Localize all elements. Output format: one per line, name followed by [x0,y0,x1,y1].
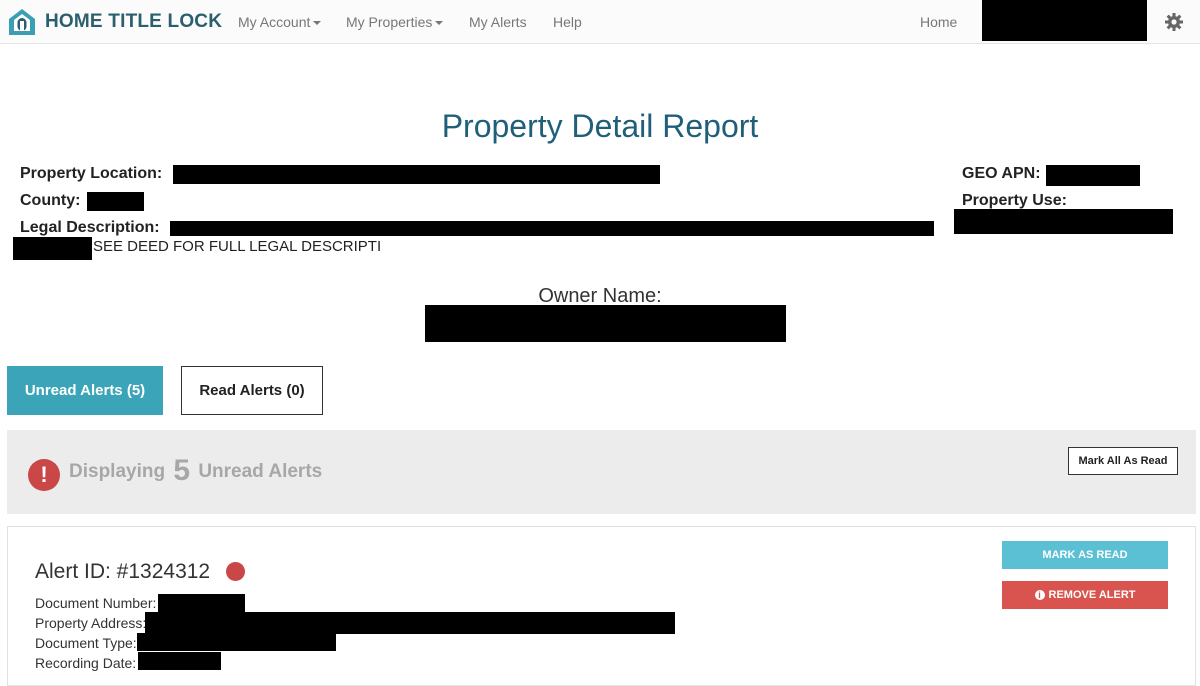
property-use-redacted [954,209,1173,234]
legal-description-redacted [170,221,934,236]
property-use-label: Property Use: [962,192,1067,209]
county-label: County: [20,192,81,209]
geo-apn-label: GEO APN: [962,165,1041,182]
user-menu-redacted[interactable] [982,0,1147,41]
unread-alerts-banner: ! Displaying 5 Unread Alerts Mark All As… [7,430,1196,514]
gear-icon[interactable] [1164,12,1184,32]
nav-my-properties-label: My Properties [346,14,433,30]
unread-count: 5 [173,454,191,487]
county-redacted [87,192,144,211]
nav-my-account-label: My Account [238,14,311,30]
document-number-label: Document Number: [35,595,157,611]
recording-date-label: Recording Date: [35,655,137,671]
unread-status-dot [226,562,245,581]
nav-help[interactable]: Help [553,14,582,30]
legal-description-text: SEE DEED FOR FULL LEGAL DESCRIPTI [93,238,382,255]
document-type-redacted [137,633,336,651]
geo-apn-redacted [1046,165,1140,186]
owner-name-redacted [425,305,786,342]
legal-description-label: Legal Description: [20,219,160,236]
page-title: Property Detail Report [441,108,759,144]
exclamation-icon: ! [28,459,60,491]
nav-my-account[interactable]: My Account [238,14,322,30]
property-address-redacted [145,612,675,634]
mark-all-as-read-button[interactable]: Mark All As Read [1068,447,1178,475]
property-location-redacted [173,165,660,184]
banner-suffix: Unread Alerts [198,461,323,482]
banner-prefix: Displaying [69,461,166,482]
recording-date-redacted [138,652,221,670]
legal-description-redacted-2 [13,237,92,260]
tab-read-alerts[interactable]: Read Alerts (0) [181,366,323,415]
tab-unread-alerts[interactable]: Unread Alerts (5) [7,366,163,415]
caret-down-icon [313,21,322,26]
nav-my-alerts[interactable]: My Alerts [469,14,527,30]
document-type-label: Document Type: [35,635,137,651]
top-navbar: HOME TITLE LOCK My Account My Properties… [0,0,1200,44]
house-lock-icon [9,9,35,35]
caret-down-icon [435,21,444,26]
brand-name: HOME TITLE LOCK [45,11,223,32]
mark-as-read-button[interactable]: MARK AS READ [1002,541,1168,569]
nav-my-properties[interactable]: My Properties [346,14,444,30]
property-address-label: Property Address: [35,615,147,631]
property-location-label: Property Location: [20,165,163,182]
nav-home[interactable]: Home [920,14,957,30]
remove-alert-label: REMOVE ALERT [1048,589,1136,601]
brand-logo[interactable]: HOME TITLE LOCK [7,7,222,37]
info-circle-icon: i [1034,590,1045,600]
banner-summary: Displaying 5 Unread Alerts [69,454,322,488]
remove-alert-button[interactable]: i REMOVE ALERT [1002,581,1168,609]
document-number-redacted [158,594,245,612]
alert-id: Alert ID: #1324312 [35,560,211,583]
